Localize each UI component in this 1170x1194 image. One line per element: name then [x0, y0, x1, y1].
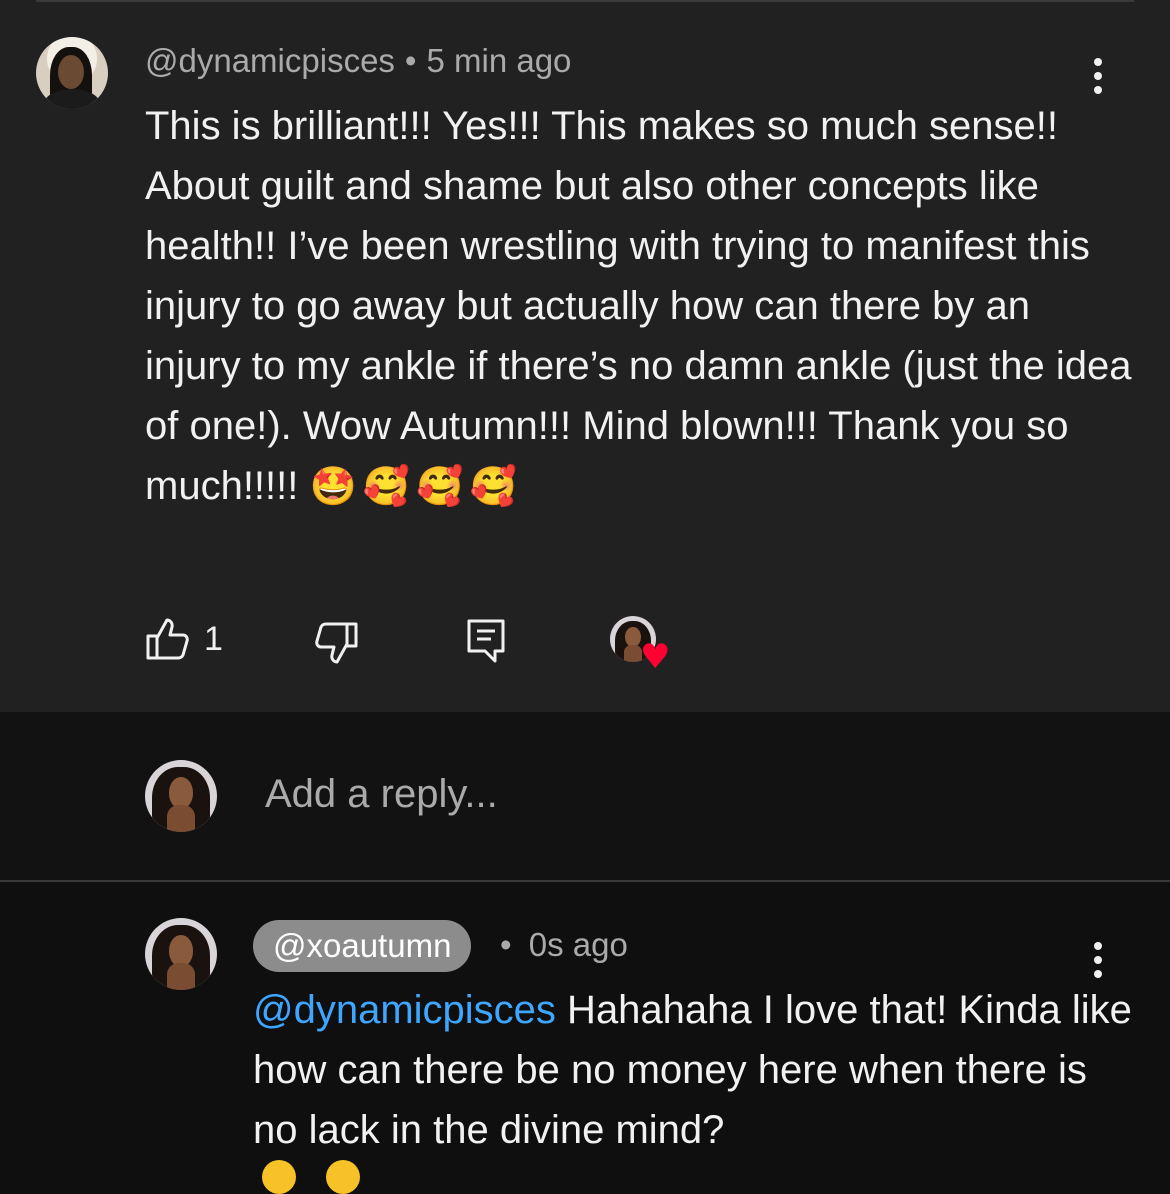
- like-count: 1: [204, 620, 223, 658]
- comment-author[interactable]: @dynamicpisces: [145, 42, 395, 79]
- comment-meta: @dynamicpisces • 5 min ago: [145, 42, 571, 80]
- reply-icon[interactable]: [466, 618, 506, 669]
- comment-emojis: 🤩🥰🥰🥰: [309, 464, 523, 508]
- heart-icon: ♥: [640, 637, 671, 677]
- commenter-avatar[interactable]: [36, 37, 108, 109]
- current-user-avatar: [145, 760, 217, 832]
- divider: [36, 0, 1134, 2]
- meta-separator: •: [404, 42, 417, 79]
- creator-heart: ♥: [610, 616, 674, 677]
- thumbs-up-icon[interactable]: [145, 616, 191, 667]
- reply-meta: • 0s ago: [500, 926, 628, 964]
- reply-author-badge[interactable]: @xoautumn: [253, 920, 472, 972]
- reply-input[interactable]: Add a reply...: [265, 772, 498, 817]
- reply-author-avatar[interactable]: [145, 918, 217, 990]
- mention-link[interactable]: @dynamicpisces: [253, 988, 556, 1032]
- emoji-icon: [326, 1160, 360, 1194]
- meta-separator: •: [500, 926, 512, 963]
- comment-text-body: This is brilliant!!! Yes!!! This makes s…: [145, 104, 1132, 508]
- emoji-icon: [262, 1160, 296, 1194]
- comment-text: This is brilliant!!! Yes!!! This makes s…: [145, 96, 1135, 516]
- reply-time: 0s ago: [528, 926, 628, 963]
- comment-time: 5 min ago: [426, 42, 572, 79]
- reply-text: @dynamicpisces Hahahaha I love that! Kin…: [253, 980, 1133, 1160]
- thumbs-down-icon[interactable]: [313, 620, 359, 671]
